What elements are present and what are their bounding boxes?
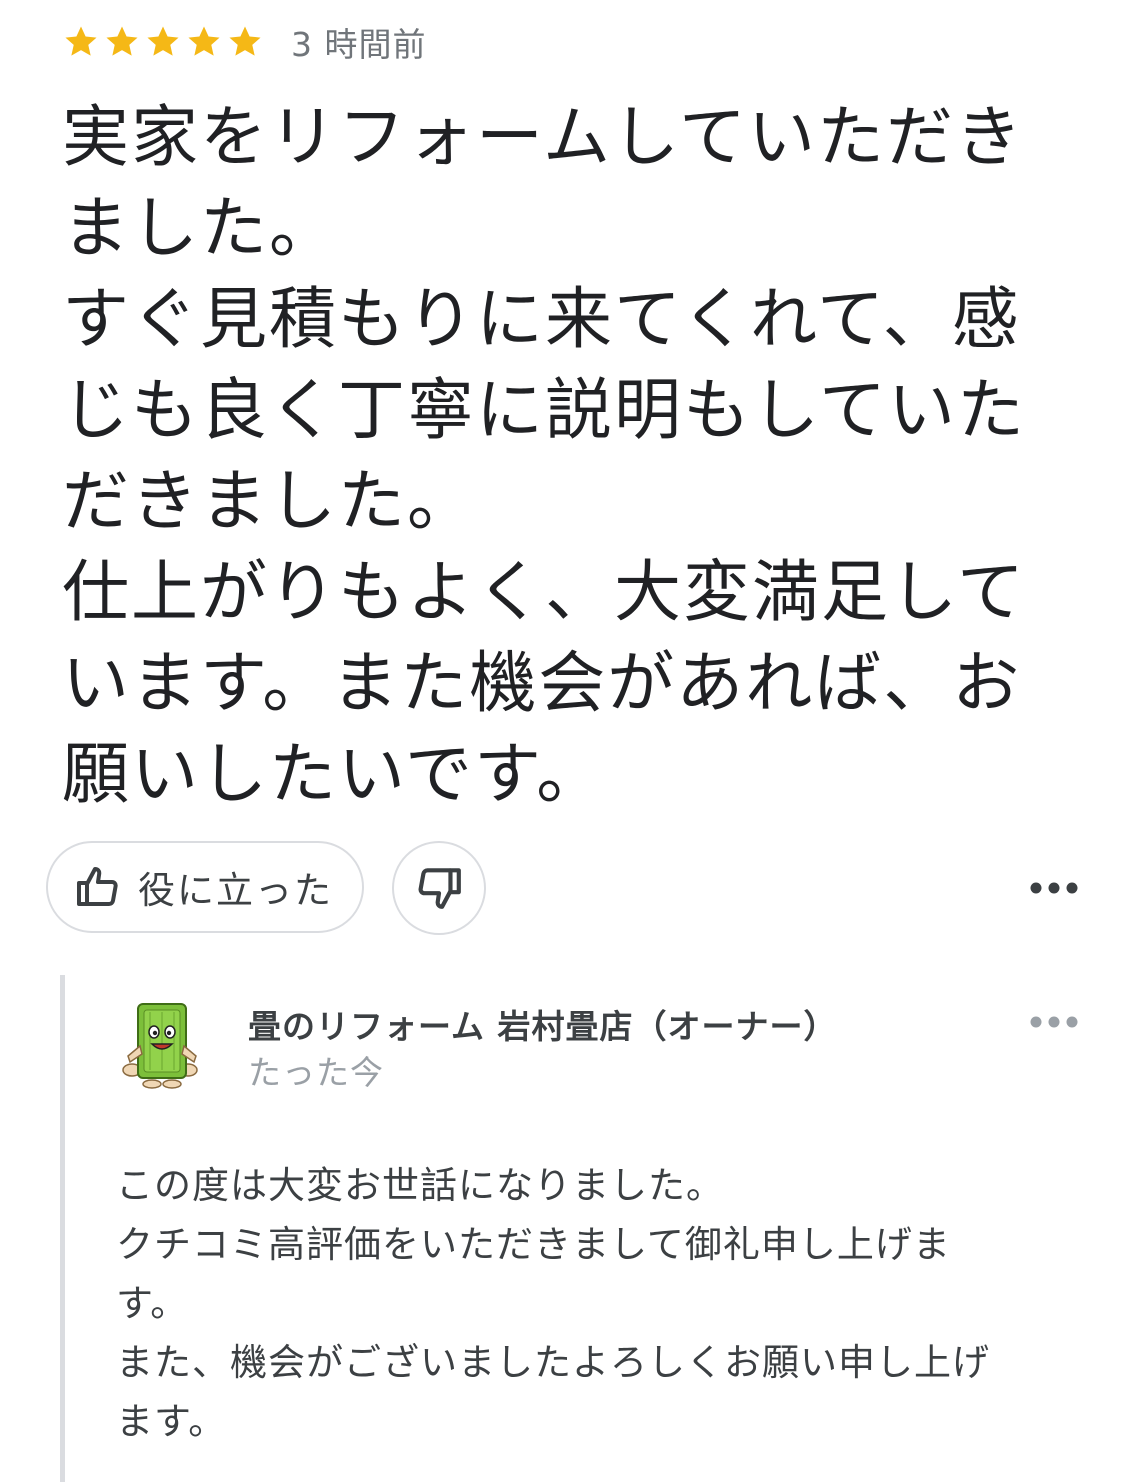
review-text: 実家をリフォームしていただき ました。 すぐ見積もりに来てくれて、感 じも良く丁… — [62, 92, 1026, 820]
review-text-line: じも良く丁寧に説明もしていた — [62, 371, 1026, 449]
owner-reply-line: クチコミ高評価をいただきまして御礼申し上げま — [116, 1223, 951, 1266]
review-text-line: すぐ見積もりに来てくれて、感 — [62, 280, 1021, 358]
owner-reply-line: す。 — [116, 1282, 189, 1325]
owner-reply-line: また、機会がございましたよろしくお願い申し上げ — [116, 1341, 990, 1384]
review-timestamp: 3 時間前 — [291, 25, 427, 64]
review-text-line: 実家をリフォームしていただき — [62, 98, 1024, 176]
review-header: 3 時間前 — [62, 18, 427, 66]
owner-avatar — [118, 998, 202, 1090]
owner-reply-line: この度は大変お世話になりました。 — [116, 1164, 724, 1207]
star-rating — [62, 23, 267, 61]
thumbs-down-icon — [418, 868, 461, 909]
owner-reply-text: この度は大変お世話になりました。 クチコミ高評価をいただきまして御礼申し上げま … — [116, 1156, 1076, 1451]
review-text-line: だきました。 — [62, 462, 476, 540]
star-icon — [103, 23, 141, 61]
owner-reply-time: たった今 — [248, 1053, 384, 1092]
review-text-line: 仕上がりもよく、大変満足して — [62, 553, 1026, 631]
review-text-line: ました。 — [62, 189, 338, 267]
helpful-label: 役に立った — [138, 869, 333, 912]
review-more-button[interactable] — [1026, 870, 1082, 906]
star-icon — [62, 23, 100, 61]
owner-reply-more-button[interactable] — [1026, 1004, 1082, 1040]
more-horiz-icon — [1030, 882, 1078, 894]
helpful-button[interactable]: 役に立った — [46, 841, 364, 933]
tatami-mascot-icon — [122, 1003, 198, 1089]
star-icon — [185, 23, 223, 61]
star-icon — [144, 23, 182, 61]
review-text-line: 願いしたいです。 — [62, 735, 606, 813]
more-horiz-icon — [1030, 1016, 1078, 1028]
thumbs-up-icon — [74, 863, 122, 911]
owner-name: 畳のリフォーム 岩村畳店（オーナー） — [248, 1007, 838, 1046]
not-helpful-button[interactable] — [392, 841, 486, 935]
star-icon — [226, 23, 264, 61]
review-text-line: います。また機会があれば、お — [62, 644, 1022, 722]
owner-reply-line: ます。 — [116, 1400, 227, 1443]
